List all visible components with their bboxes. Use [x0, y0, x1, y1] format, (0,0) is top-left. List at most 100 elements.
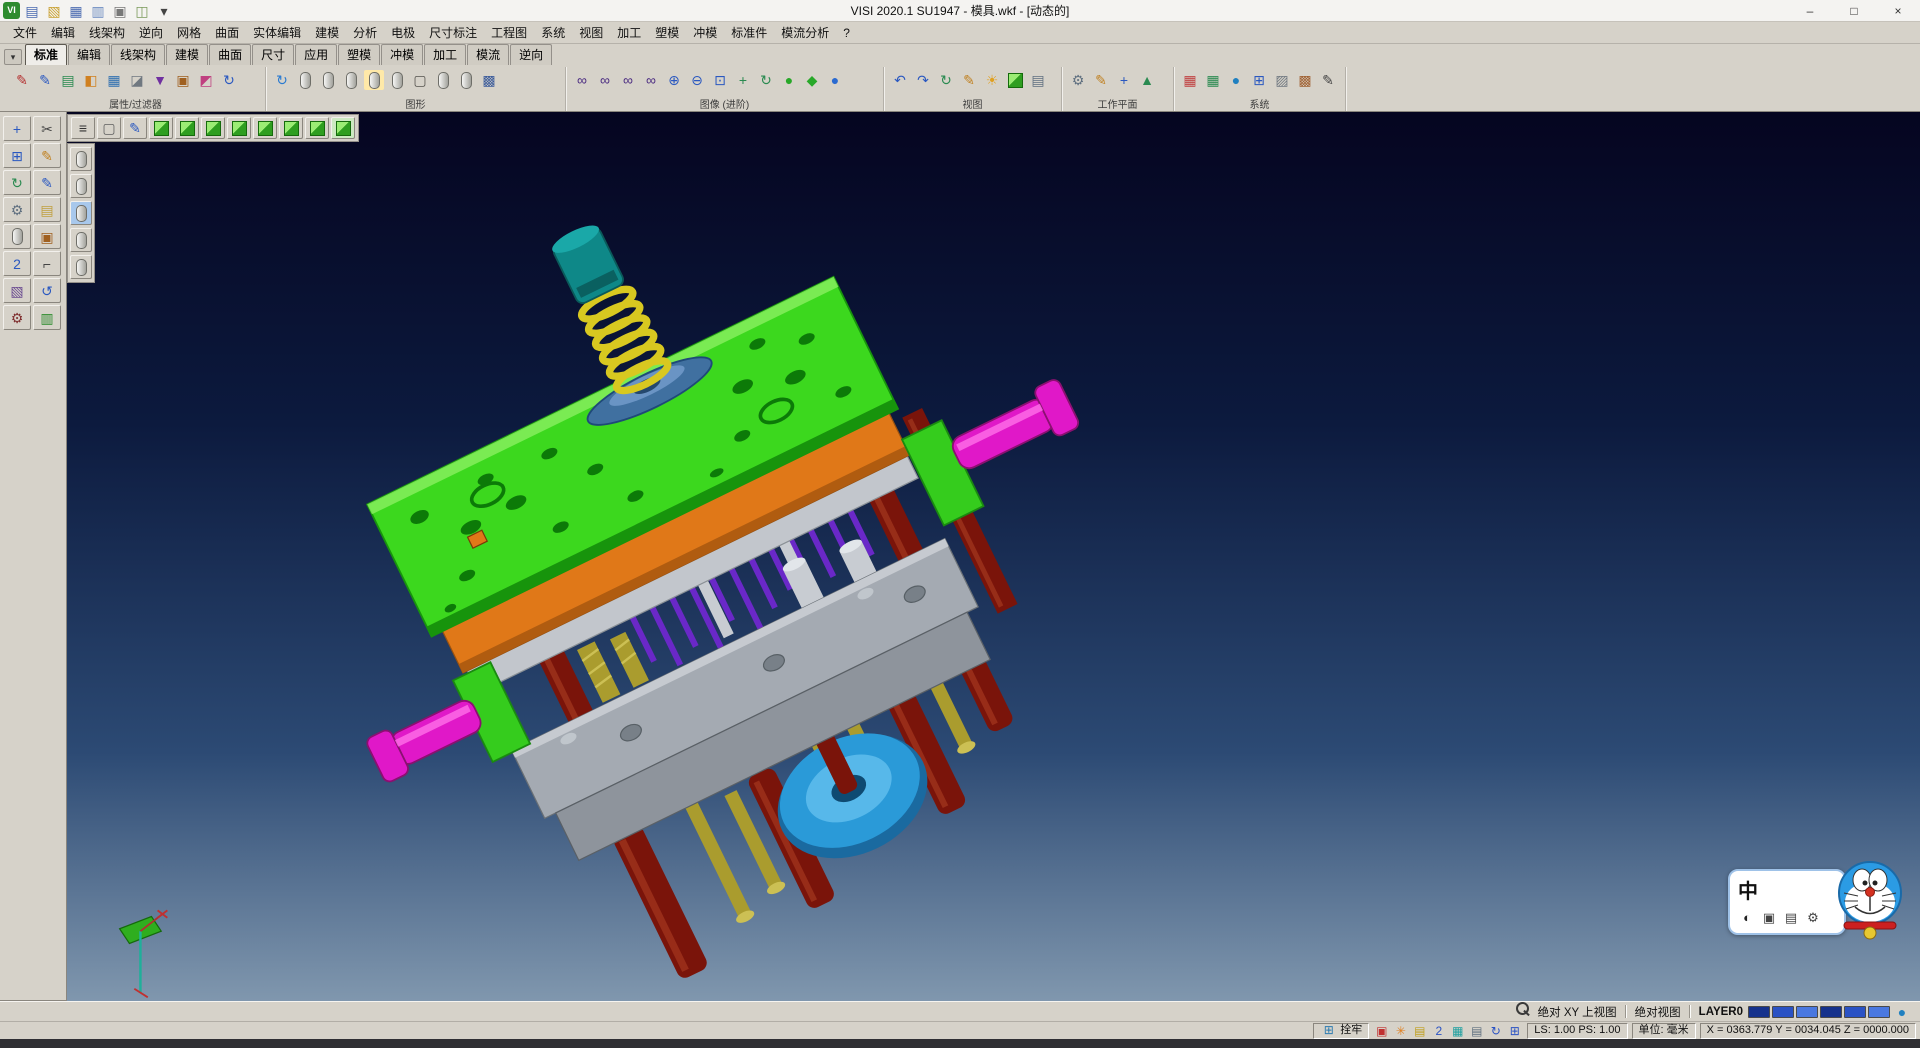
tab-标准[interactable]: 标准 — [25, 44, 67, 65]
display-filter-3-icon[interactable] — [70, 201, 92, 225]
status-layer-name[interactable]: LAYER0 — [1699, 1006, 1743, 1018]
app-logo-icon[interactable]: VI — [3, 2, 20, 19]
selection-filter-icon[interactable]: ▼ — [150, 70, 170, 90]
workplane-sketch-icon[interactable]: ✎ — [1091, 70, 1111, 90]
reset-filter-icon[interactable]: ↻ — [219, 70, 239, 90]
snap-grid-icon[interactable]: ⊞ — [1320, 1022, 1337, 1038]
display-filter-4-icon[interactable] — [70, 228, 92, 252]
pen-color-3-icon[interactable] — [1868, 1006, 1890, 1018]
iso-view-right-icon[interactable] — [201, 117, 225, 139]
display-filter-1-icon[interactable] — [70, 147, 92, 171]
menu-item-冲模[interactable]: 冲模 — [686, 22, 724, 43]
snap-tool-icon[interactable]: ⊞ — [3, 143, 31, 168]
menu-item-逆向[interactable]: 逆向 — [132, 22, 170, 43]
color-table-icon[interactable]: ▦ — [1180, 70, 1200, 90]
graphics-settings-icon[interactable]: ▩ — [479, 70, 499, 90]
view-list-menu-icon[interactable]: ≡ — [71, 117, 95, 139]
color-filter-icon[interactable]: ◧ — [81, 70, 101, 90]
save-all-icon[interactable]: ▥ — [88, 1, 108, 21]
status-view-label[interactable]: 绝对 XY 上视图 — [1538, 1004, 1617, 1020]
layer-filter-icon[interactable]: ▦ — [104, 70, 124, 90]
view-stereo-3-icon[interactable]: ∞ — [618, 70, 638, 90]
display-filter-2-icon[interactable] — [70, 174, 92, 198]
menu-item-塑模[interactable]: 塑模 — [648, 22, 686, 43]
ime-shape-icon[interactable]: ▣ — [1760, 908, 1778, 926]
screen-capture-icon[interactable]: ◫ — [132, 1, 152, 21]
menu-item-系统[interactable]: 系统 — [534, 22, 572, 43]
iso-view-sw-icon[interactable] — [305, 117, 329, 139]
iso-view-top-icon[interactable] — [149, 117, 173, 139]
mask-filter-icon[interactable]: ▣ — [173, 70, 193, 90]
view-cube-icon[interactable] — [1005, 70, 1025, 90]
taskbar-sliver[interactable] — [0, 1039, 1920, 1048]
menu-item-分析[interactable]: 分析 — [346, 22, 384, 43]
tab-线架构[interactable]: 线架构 — [111, 44, 165, 65]
status-view-mode[interactable]: 绝对视图 — [1635, 1004, 1681, 1020]
layer-color-2-icon[interactable] — [1772, 1006, 1794, 1018]
alarm-toggle-icon[interactable]: ▣ — [1373, 1023, 1390, 1039]
open-document-icon[interactable]: ▧ — [44, 1, 64, 21]
graphics-buffer-6-icon[interactable] — [433, 70, 453, 90]
teal-grid-icon[interactable]: ▦ — [1449, 1023, 1466, 1039]
graphics-buffer-4-icon[interactable] — [364, 70, 384, 90]
sketch-pencil-icon[interactable]: ✎ — [33, 143, 61, 168]
solid-box-icon[interactable]: ▧ — [3, 278, 31, 303]
menu-item-加工[interactable]: 加工 — [610, 22, 648, 43]
doc-status-icon[interactable]: ▤ — [1468, 1023, 1485, 1039]
tab-尺寸[interactable]: 尺寸 — [252, 44, 294, 65]
menu-item-尺寸标注[interactable]: 尺寸标注 — [422, 22, 484, 43]
filter-options-icon[interactable]: ◩ — [196, 70, 216, 90]
buffer-capsule-icon[interactable] — [3, 224, 31, 249]
burst-toggle-icon[interactable]: ✳ — [1392, 1023, 1409, 1039]
status-scales[interactable]: LS: 1.00 PS: 1.00 — [1527, 1023, 1627, 1039]
view-stereo-2-icon[interactable]: ∞ — [595, 70, 615, 90]
new-document-icon[interactable]: ▤ — [22, 1, 42, 21]
attribute-painter-icon[interactable]: ✎ — [35, 70, 55, 90]
zoom-out-icon[interactable]: ⊖ — [687, 70, 707, 90]
view-edit-icon[interactable]: ✎ — [123, 117, 147, 139]
menu-item-?[interactable]: ? — [836, 24, 857, 42]
ime-widget[interactable]: 中 ◐▣▤⚙ — [1728, 859, 1908, 947]
menu-item-模流分析[interactable]: 模流分析 — [774, 22, 836, 43]
pick-tool-icon[interactable]: + — [3, 116, 31, 141]
search-icon[interactable] — [1513, 999, 1533, 1019]
menu-item-实体编辑[interactable]: 实体编辑 — [246, 22, 308, 43]
new-graphics-window-icon[interactable]: ▢ — [410, 70, 430, 90]
save-document-icon[interactable]: ▦ — [66, 1, 86, 21]
view-new-page-icon[interactable]: ▢ — [97, 117, 121, 139]
view-manager-icon[interactable]: ▤ — [1028, 70, 1048, 90]
iso-view-se-icon[interactable] — [331, 117, 355, 139]
tab-编辑[interactable]: 编辑 — [68, 44, 110, 65]
view-light-icon[interactable]: ☀ — [982, 70, 1002, 90]
notes-page-icon[interactable]: ▤ — [33, 197, 61, 222]
zoom-window-icon[interactable]: ⊡ — [710, 70, 730, 90]
menu-item-曲面[interactable]: 曲面 — [208, 22, 246, 43]
layer-color-1-icon[interactable] — [1748, 1006, 1770, 1018]
world-globe-icon[interactable]: ● — [1226, 70, 1246, 90]
tab-模流[interactable]: 模流 — [467, 44, 509, 65]
grid-settings-icon[interactable]: ▦ — [1203, 70, 1223, 90]
build-tool-icon[interactable]: ⚙ — [3, 305, 31, 330]
menu-item-标准件[interactable]: 标准件 — [724, 22, 774, 43]
note-toggle-icon[interactable]: ▤ — [1411, 1023, 1428, 1039]
tab-塑模[interactable]: 塑模 — [338, 44, 380, 65]
zoom-in-icon[interactable]: ⊕ — [664, 70, 684, 90]
workplane-flag-icon[interactable]: ▲ — [1137, 70, 1157, 90]
menu-item-网格[interactable]: 网格 — [170, 22, 208, 43]
shaded-mode-icon[interactable]: ● — [779, 70, 799, 90]
trim-scissors-icon[interactable]: ✂ — [33, 116, 61, 141]
next-view-icon[interactable]: ↷ — [913, 70, 933, 90]
status-units[interactable]: 单位: 毫米 — [1632, 1023, 1696, 1039]
pan-view-icon[interactable]: + — [733, 70, 753, 90]
edit-attributes-icon[interactable]: ✎ — [12, 70, 32, 90]
menu-item-建模[interactable]: 建模 — [308, 22, 346, 43]
ime-keyboard-icon[interactable]: ▤ — [1782, 908, 1800, 926]
pen-color-2-icon[interactable] — [1844, 1006, 1866, 1018]
frame-corner-icon[interactable]: ⌐ — [33, 251, 61, 276]
graphics-buffer-2-icon[interactable] — [318, 70, 338, 90]
texture-pattern-icon[interactable]: ▩ — [1295, 70, 1315, 90]
ime-language-indicator[interactable]: 中 — [1738, 875, 1758, 904]
dynamic-view-icon[interactable]: ↻ — [936, 70, 956, 90]
tab-逆向[interactable]: 逆向 — [510, 44, 552, 65]
graphics-buffer-3-icon[interactable] — [341, 70, 361, 90]
